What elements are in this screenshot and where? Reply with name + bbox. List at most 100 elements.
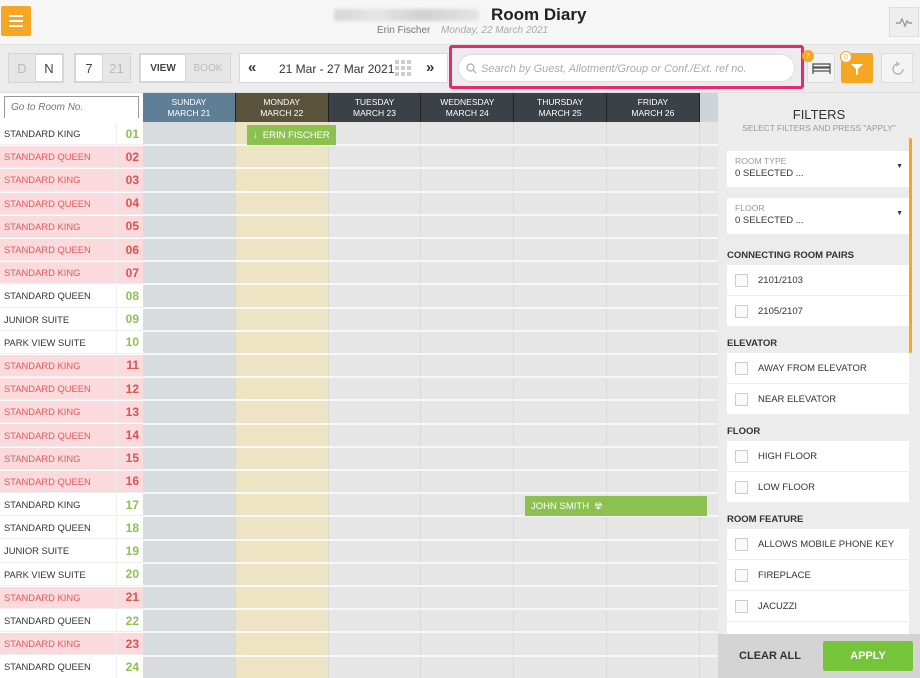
- filter-option[interactable]: AWAY FROM ELEVATOR: [727, 353, 909, 383]
- room-number: 14: [116, 424, 143, 447]
- filter-option[interactable]: FIREPLACE: [727, 560, 909, 590]
- current-user: Erin Fischer: [377, 25, 431, 36]
- room-row[interactable]: STANDARD QUEEN 24: [0, 656, 143, 678]
- page-title: Room Diary: [491, 5, 587, 24]
- room-row[interactable]: STANDARD QUEEN 02: [0, 146, 143, 170]
- view-mode-button[interactable]: VIEW: [140, 54, 186, 82]
- floor-dropdown-value: 0 SELECTED ...: [735, 215, 804, 226]
- room-type-label: ROOM TYPE: [735, 156, 787, 166]
- room-type-label: STANDARD QUEEN: [0, 285, 116, 308]
- nights-7-option[interactable]: 7: [75, 54, 103, 82]
- checkbox[interactable]: [735, 600, 748, 613]
- room-type-label: STANDARD QUEEN: [0, 424, 116, 447]
- calendar-grid-icon[interactable]: [395, 60, 411, 76]
- room-type-label: STANDARD QUEEN: [0, 146, 116, 169]
- checkbox[interactable]: [735, 481, 748, 494]
- filter-option[interactable]: NEAR ELEVATOR: [727, 384, 909, 414]
- caret-down-icon: ▼: [896, 163, 903, 170]
- room-row[interactable]: STANDARD KING 23: [0, 633, 143, 657]
- checkbox[interactable]: [735, 274, 748, 287]
- room-row[interactable]: STANDARD KING 03: [0, 169, 143, 193]
- day-of-week: TUESDAY: [354, 96, 395, 107]
- room-row[interactable]: STANDARD QUEEN 22: [0, 609, 143, 634]
- search-input[interactable]: [481, 60, 786, 77]
- filter-option[interactable]: 2101/2103: [727, 265, 909, 295]
- room-row[interactable]: STANDARD QUEEN 12: [0, 378, 143, 402]
- room-row[interactable]: STANDARD KING 15: [0, 447, 143, 471]
- room-row[interactable]: STANDARD KING 17: [0, 494, 143, 518]
- room-type-label: JUNIOR SUITE: [0, 308, 116, 331]
- checkbox[interactable]: [735, 450, 748, 463]
- search-box[interactable]: [458, 54, 795, 82]
- checkbox[interactable]: [735, 393, 748, 406]
- room-row[interactable]: STANDARD KING 11: [0, 354, 143, 379]
- room-row[interactable]: STANDARD KING 21: [0, 586, 143, 610]
- checkbox[interactable]: [735, 538, 748, 551]
- room-number: 06: [116, 238, 143, 262]
- previous-week-button[interactable]: «: [248, 59, 256, 76]
- clear-all-button[interactable]: CLEAR ALL: [718, 634, 822, 678]
- calendar-grid[interactable]: [143, 122, 718, 678]
- room-type-label: STANDARD KING: [0, 633, 116, 656]
- filters-scrollbar[interactable]: [909, 138, 912, 353]
- room-number: 18: [116, 517, 143, 540]
- room-row[interactable]: STANDARD QUEEN 14: [0, 424, 143, 448]
- room-number: 23: [116, 633, 143, 656]
- apply-button[interactable]: APPLY: [823, 641, 913, 671]
- filter-option[interactable]: HIGH FLOOR: [727, 441, 909, 471]
- room-row[interactable]: STANDARD QUEEN 06: [0, 238, 143, 263]
- day-of-week: MONDAY: [263, 96, 301, 107]
- floor-dropdown[interactable]: FLOOR 0 SELECTED ... ▼: [727, 198, 909, 234]
- funnel-icon: [851, 64, 863, 75]
- day-header[interactable]: FRIDAY MARCH 26: [607, 93, 700, 122]
- refresh-icon[interactable]: [881, 53, 913, 83]
- date-range-label[interactable]: 21 Mar - 27 Mar 2021: [279, 62, 394, 76]
- room-row[interactable]: STANDARD QUEEN 18: [0, 517, 143, 541]
- book-mode-button[interactable]: BOOK: [186, 54, 230, 82]
- filter-option[interactable]: LOW FLOOR: [727, 472, 909, 502]
- day-header[interactable]: TUESDAY MARCH 23: [328, 93, 422, 122]
- booking-erin-fischer[interactable]: ↓ ERIN FISCHER: [247, 125, 336, 145]
- activity-pulse-icon[interactable]: [889, 7, 919, 37]
- room-type-label: STANDARD KING: [0, 586, 116, 609]
- room-row[interactable]: STANDARD KING 07: [0, 262, 143, 286]
- filter-option[interactable]: ALLOWS MOBILE PHONE KEY: [727, 529, 909, 559]
- room-row[interactable]: STANDARD QUEEN 04: [0, 192, 143, 216]
- checkbox[interactable]: [735, 305, 748, 318]
- room-row[interactable]: JUNIOR SUITE 09: [0, 308, 143, 332]
- filter-option[interactable]: JACUZZI: [727, 591, 909, 621]
- room-type-dropdown[interactable]: ROOM TYPE 0 SELECTED ... ▼: [727, 151, 909, 187]
- room-row[interactable]: STANDARD KING 13: [0, 401, 143, 425]
- row-divider: [143, 283, 718, 286]
- checkbox[interactable]: [735, 362, 748, 375]
- room-type-label: STANDARD QUEEN: [0, 378, 116, 401]
- room-row[interactable]: STANDARD KING 05: [0, 215, 143, 239]
- room-number: 07: [116, 262, 143, 285]
- day-toggle[interactable]: D: [9, 54, 35, 82]
- night-toggle[interactable]: N: [35, 54, 63, 82]
- option-label: HIGH FLOOR: [758, 451, 818, 462]
- day-header[interactable]: WEDNESDAY MARCH 24: [421, 93, 515, 122]
- filter-option-partial[interactable]: [727, 622, 909, 634]
- room-number: 22: [116, 609, 143, 633]
- room-row[interactable]: STANDARD QUEEN 16: [0, 470, 143, 494]
- elevator-heading: ELEVATOR: [727, 338, 778, 349]
- room-type-label: STANDARD QUEEN: [0, 470, 116, 493]
- day-header[interactable]: MONDAY MARCH 22: [235, 93, 329, 122]
- room-row[interactable]: PARK VIEW SUITE 10: [0, 331, 143, 355]
- nights-21-option[interactable]: 21: [103, 54, 130, 82]
- room-row[interactable]: STANDARD QUEEN 08: [0, 285, 143, 309]
- room-number: 24: [116, 656, 143, 678]
- room-row[interactable]: JUNIOR SUITE 19: [0, 540, 143, 564]
- hamburger-menu-icon[interactable]: [1, 6, 31, 36]
- day-header[interactable]: THURSDAY MARCH 25: [514, 93, 607, 122]
- go-to-room-field[interactable]: [4, 96, 139, 118]
- filter-option[interactable]: 2105/2107: [727, 296, 909, 326]
- room-row[interactable]: STANDARD KING 01: [0, 123, 143, 147]
- room-row[interactable]: PARK VIEW SUITE 20: [0, 563, 143, 587]
- go-to-room-input[interactable]: [5, 97, 138, 118]
- booking-john-smith[interactable]: JOHN SMITH ☢: [525, 496, 707, 516]
- day-header[interactable]: SUNDAY MARCH 21: [143, 93, 236, 122]
- checkbox[interactable]: [735, 569, 748, 582]
- next-week-button[interactable]: »: [426, 59, 434, 76]
